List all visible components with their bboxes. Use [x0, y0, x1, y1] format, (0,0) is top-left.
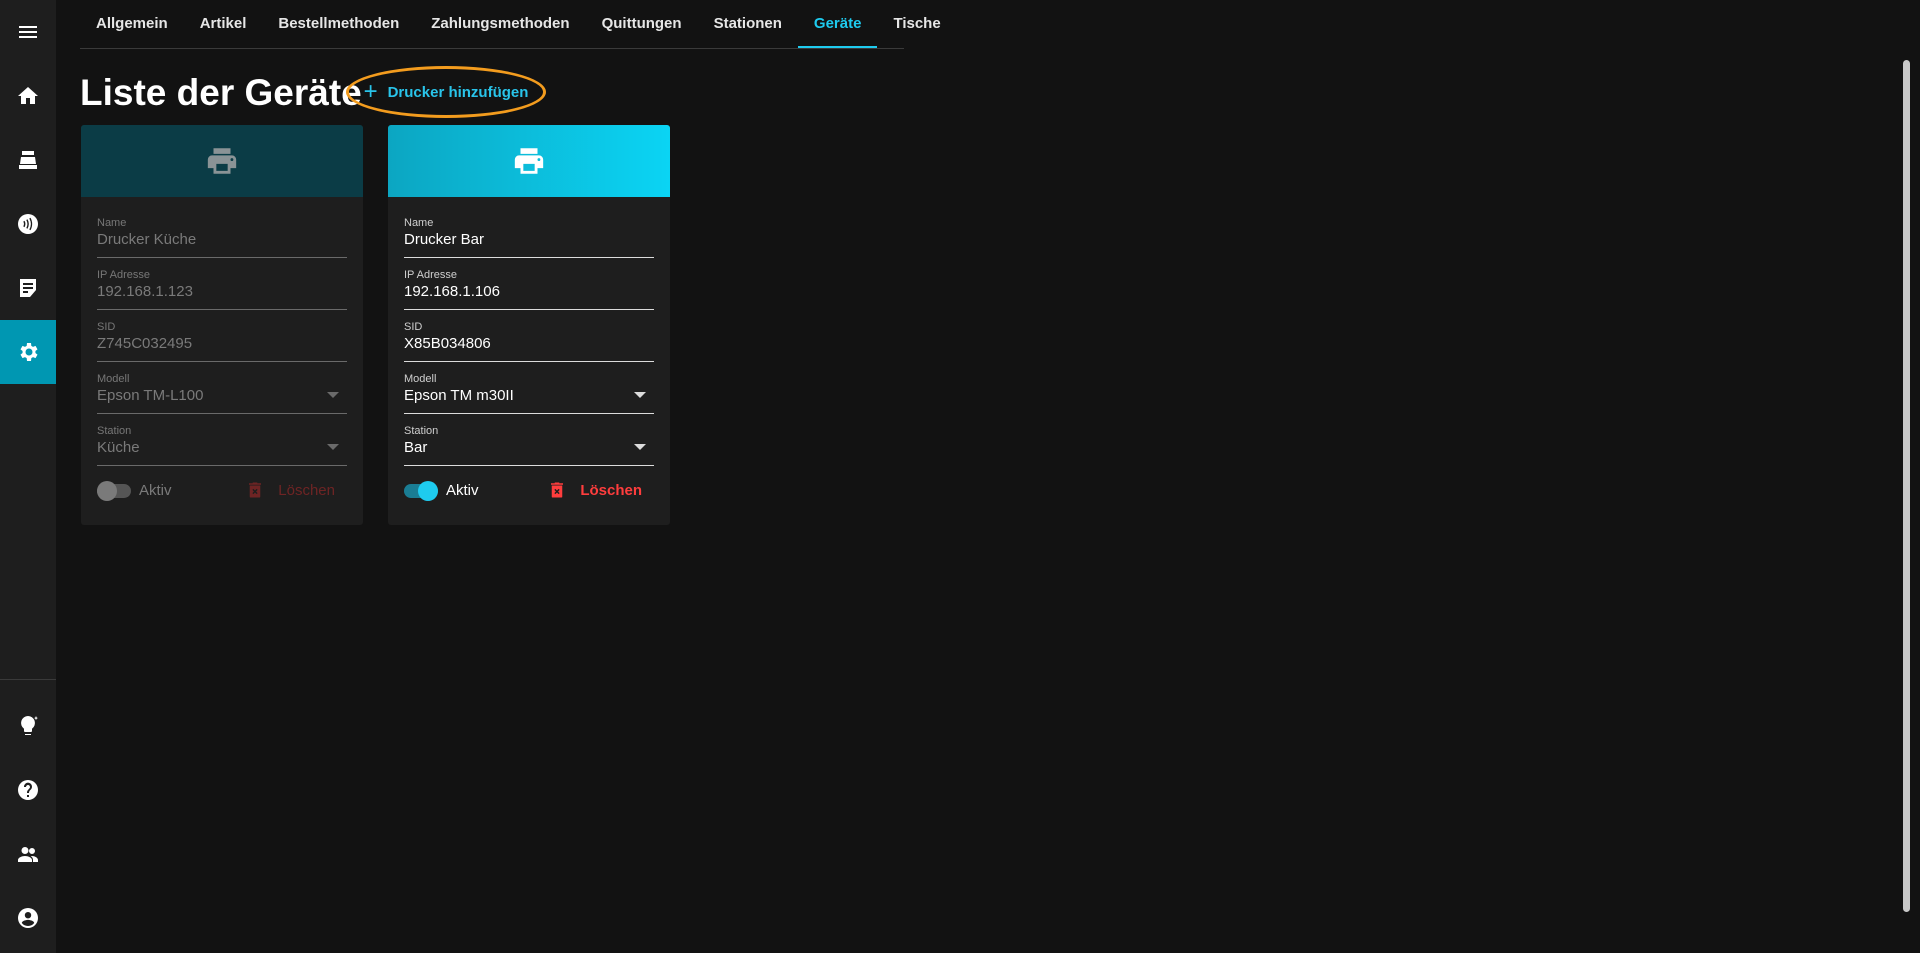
card-footer: Aktiv Löschen — [97, 475, 347, 505]
name-field[interactable]: Name Drucker Bar — [404, 217, 654, 258]
model-select[interactable]: Modell Epson TM m30II — [404, 373, 654, 414]
printer-icon — [514, 148, 544, 174]
field-label: Modell — [404, 373, 437, 385]
station-select[interactable]: Station Bar — [404, 425, 654, 466]
field-label: Station — [404, 425, 439, 437]
sidebar-item-orders[interactable] — [0, 256, 56, 320]
printer-icon — [207, 148, 237, 174]
toggle-switch[interactable] — [97, 480, 131, 501]
lightbulb-icon — [21, 716, 38, 735]
delete-button[interactable]: Löschen — [246, 481, 347, 499]
add-printer-label: Drucker hinzufügen — [387, 83, 529, 101]
account-icon — [18, 908, 38, 928]
sidebar-item-tips[interactable] — [0, 694, 56, 758]
sid-field[interactable]: SID X85B034806 — [404, 321, 654, 362]
tab-zahlungsmethoden[interactable]: Zahlungsmethoden — [415, 0, 585, 48]
settings-tabs: Allgemein Artikel Bestellmethoden Zahlun… — [80, 0, 941, 49]
plus-icon: + — [363, 78, 378, 105]
sidebar-item-account[interactable] — [0, 886, 56, 950]
active-label: Aktiv — [139, 481, 172, 499]
field-value: X85B034806 — [404, 335, 491, 352]
field-label: SID — [404, 321, 423, 333]
active-label: Aktiv — [446, 481, 479, 499]
card-header — [81, 125, 363, 197]
sidebar-item-users[interactable] — [0, 822, 56, 886]
tab-bestellmethoden[interactable]: Bestellmethoden — [262, 0, 415, 48]
sidebar-divider — [0, 679, 56, 680]
active-toggle[interactable]: Aktiv — [97, 480, 172, 501]
field-value: Epson TM-L100 — [97, 387, 204, 404]
field-value: 192.168.1.123 — [97, 283, 193, 300]
menu-icon — [19, 26, 37, 38]
field-value: Bar — [404, 439, 428, 456]
delete-label: Löschen — [278, 481, 335, 499]
contactless-icon — [18, 214, 38, 234]
orders-icon — [20, 279, 36, 297]
name-field[interactable]: Name Drucker Küche — [97, 217, 347, 258]
ip-field[interactable]: IP Adresse 192.168.1.106 — [404, 269, 654, 310]
cash-register-icon — [19, 151, 37, 169]
card-header — [388, 125, 670, 197]
tab-tische[interactable]: Tische — [877, 0, 956, 48]
field-value: Küche — [97, 439, 140, 456]
home-icon — [18, 87, 38, 104]
tab-geraete[interactable]: Geräte — [797, 0, 878, 48]
field-label: Station — [97, 425, 132, 437]
sidebar — [0, 0, 56, 953]
trash-icon — [249, 482, 262, 498]
sidebar-item-contactless[interactable] — [0, 192, 56, 256]
field-value: Drucker Bar — [404, 231, 485, 248]
tab-stationen[interactable]: Stationen — [698, 0, 798, 48]
card-footer: Aktiv Löschen — [404, 475, 654, 505]
chevron-down-icon — [327, 444, 339, 450]
delete-button[interactable]: Löschen — [548, 481, 654, 499]
toggle-knob — [97, 481, 117, 501]
field-label: Name — [404, 217, 434, 229]
toggle-knob — [418, 481, 438, 501]
field-label: Name — [97, 217, 127, 229]
active-toggle[interactable]: Aktiv — [404, 480, 479, 501]
model-select[interactable]: Modell Epson TM-L100 — [97, 373, 347, 414]
device-card: Name Drucker Bar IP Adresse 192.168.1.10… — [388, 125, 670, 525]
sidebar-item-home[interactable] — [0, 64, 56, 128]
field-label: IP Adresse — [404, 269, 457, 281]
delete-label: Löschen — [580, 481, 642, 499]
tab-artikel[interactable]: Artikel — [184, 0, 263, 48]
vertical-scrollbar[interactable] — [1903, 60, 1910, 912]
help-icon — [18, 780, 38, 800]
field-value: Drucker Küche — [97, 231, 197, 248]
users-icon — [18, 847, 38, 862]
chevron-down-icon — [634, 444, 646, 450]
page-title: Liste der Geräte — [80, 72, 362, 113]
tab-allgemein[interactable]: Allgemein — [80, 0, 184, 48]
field-label: SID — [97, 321, 116, 333]
trash-icon — [551, 482, 564, 498]
field-value: Z745C032495 — [97, 335, 193, 352]
station-select[interactable]: Station Küche — [97, 425, 347, 466]
sidebar-item-register[interactable] — [0, 128, 56, 192]
sid-field[interactable]: SID Z745C032495 — [97, 321, 347, 362]
field-value: Epson TM m30II — [404, 387, 514, 404]
toggle-switch[interactable] — [404, 480, 438, 501]
menu-button[interactable] — [0, 0, 56, 64]
field-label: Modell — [97, 373, 130, 385]
field-label: IP Adresse — [97, 269, 150, 281]
device-card: Name Drucker Küche IP Adresse 192.168.1.… — [81, 125, 363, 525]
ip-field[interactable]: IP Adresse 192.168.1.123 — [97, 269, 347, 310]
sidebar-item-settings[interactable] — [0, 320, 56, 384]
gear-icon — [20, 343, 38, 361]
add-printer-button[interactable]: + Drucker hinzufügen — [346, 66, 546, 118]
chevron-down-icon — [327, 392, 339, 398]
sidebar-item-help[interactable] — [0, 758, 56, 822]
chevron-down-icon — [634, 392, 646, 398]
tab-quittungen[interactable]: Quittungen — [586, 0, 698, 48]
field-value: 192.168.1.106 — [404, 283, 500, 300]
